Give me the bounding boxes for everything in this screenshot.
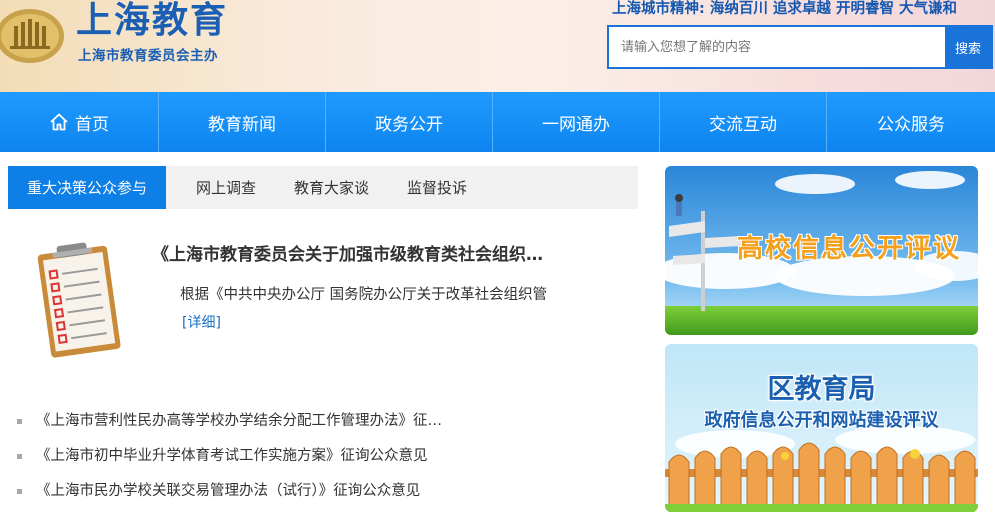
nav-item-label: 一网通办 [542,114,610,135]
home-icon [50,113,68,131]
featured-article-more-link[interactable]: [详细] [182,312,221,332]
nav-item-education-news[interactable]: 教育新闻 [159,92,326,152]
university-disclosure-banner[interactable]: 高校信息公开评议 [665,166,978,335]
featured-article-summary: 根据《中共中央办公厅 国务院办公厅关于改革社会组织管 [180,287,548,303]
site-subtitle: 上海市教育委员会主办 [78,48,218,64]
banner-title: 高校信息公开评议 [737,234,962,264]
nav-item-label: 教育新闻 [208,114,276,135]
bullet-icon [17,419,22,424]
tab-online-survey[interactable]: 网上调查 [182,166,270,209]
banner-subtitle: 政府信息公开和网站建设评议 [704,410,939,431]
list-item-title: 《上海市民办学校关联交易管理办法（试行）》征询公众意见 [36,483,421,499]
list-item[interactable]: 《上海市初中毕业升学体育考试工作实施方案》征询公众意见 [16,443,636,478]
nav-item-one-stop-service[interactable]: 一网通办 [493,92,660,152]
banner-title: 区教育局 [767,374,876,405]
page: 上海教育 上海市教育委员会主办 上海城市精神: 海纳百川 追求卓越 开明睿智 大… [0,0,995,532]
list-item[interactable]: 《上海市营利性民办高等学校办学结余分配工作管理办法》征… [16,408,636,443]
nav-item-public-service[interactable]: 公众服务 [827,92,995,152]
tab-supervision-complaint[interactable]: 监督投诉 [393,166,481,209]
bullet-icon [17,489,22,494]
site-title[interactable]: 上海教育 [76,0,228,42]
nav-item-government-affairs[interactable]: 政务公开 [326,92,493,152]
bullet-icon [17,454,22,459]
list-item[interactable]: 《上海市民办学校关联交易管理办法（试行）》征询公众意见 [16,478,636,513]
clipboard-checklist-icon [37,242,121,358]
news-list: 《上海市营利性民办高等学校办学结余分配工作管理办法》征… 《上海市初中毕业升学体… [16,408,636,513]
tab-public-participation[interactable]: 重大决策公众参与 [8,166,166,209]
district-bureau-banner[interactable]: 区教育局 政府信息公开和网站建设评议 [665,344,978,512]
search-box: 搜索 [607,25,993,69]
logo-emblem-icon [0,9,64,63]
list-item-title: 《上海市初中毕业升学体育考试工作实施方案》征询公众意见 [36,448,428,464]
nav-item-interaction[interactable]: 交流互动 [660,92,827,152]
nav-item-label: 公众服务 [877,114,945,135]
main-nav: 首页 教育新闻 政务公开 一网通办 交流互动 公众服务 [0,92,995,152]
list-item-title: 《上海市营利性民办高等学校办学结余分配工作管理办法》征… [36,413,442,429]
nav-item-label: 交流互动 [709,114,777,135]
tab-education-forum[interactable]: 教育大家谈 [280,166,383,209]
city-spirit-text: 上海城市精神: 海纳百川 追求卓越 开明睿智 大气谦和 [612,1,957,17]
nav-item-label: 首页 [75,114,109,135]
search-button[interactable]: 搜索 [945,27,991,67]
content-tabs: 重大决策公众参与 网上调查 教育大家谈 监督投诉 [8,166,638,209]
nav-item-label: 政务公开 [375,114,443,135]
nav-item-home[interactable]: 首页 [0,92,159,152]
search-input[interactable] [609,27,945,67]
header: 上海教育 上海市教育委员会主办 上海城市精神: 海纳百川 追求卓越 开明睿智 大… [0,0,995,92]
featured-article-title[interactable]: 《上海市教育委员会关于加强市级教育类社会组织… [152,240,543,265]
